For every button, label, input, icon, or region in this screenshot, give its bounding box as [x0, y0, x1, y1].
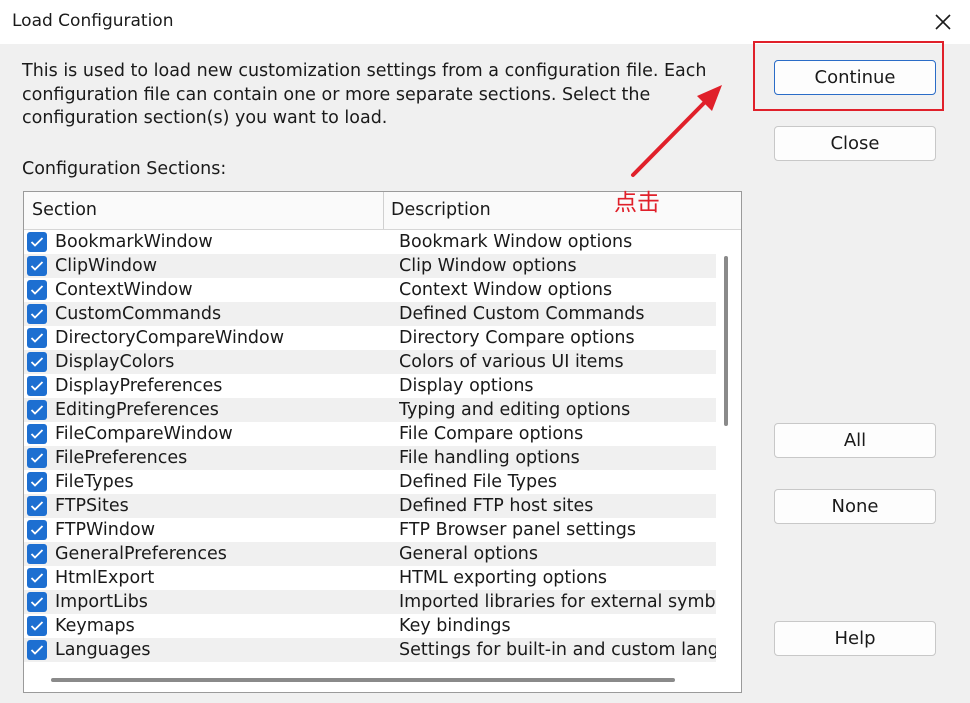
- annotation-arrow-icon: [631, 85, 722, 177]
- annotation-text: 点击: [614, 190, 660, 216]
